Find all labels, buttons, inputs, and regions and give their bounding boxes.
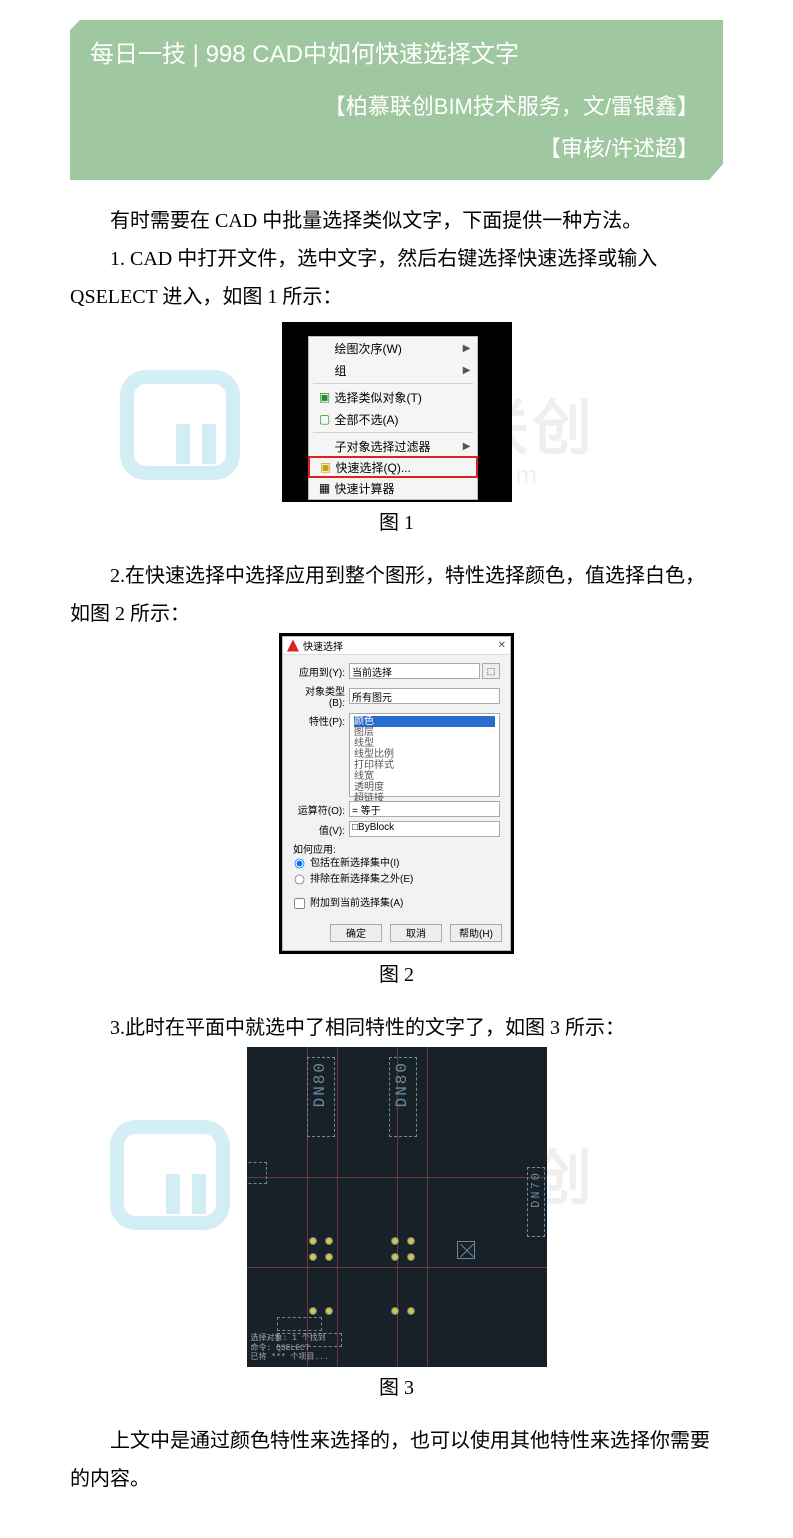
menu-separator <box>313 432 473 433</box>
list-item[interactable]: 线宽 <box>354 771 495 782</box>
figure-caption-2: 图 2 <box>70 958 723 987</box>
dialog-titlebar: 快速选择 ✕ <box>283 637 510 655</box>
figure-2: 快速选择 ✕ 应用到(Y): 当前选择 ⬚ 对象类型(B): 所有图 <box>70 633 723 954</box>
cad-viewport: DN80 DN80 楼10 DN70 <box>247 1047 547 1367</box>
figure-caption-1: 图 1 <box>70 506 723 535</box>
close-icon[interactable]: ✕ <box>498 640 506 651</box>
menu-label: 子对象选择过滤器 <box>335 438 463 455</box>
list-item[interactable]: 透明度 <box>354 782 495 793</box>
list-item[interactable]: 线型 <box>354 738 495 749</box>
paragraph-step1: 1. CAD 中打开文件，选中文字，然后右键选择快速选择或输入 QSELECT … <box>70 240 723 316</box>
menu-item-select-similar[interactable]: ▣ 选择类似对象(T) <box>309 386 477 408</box>
menu-item-draw-order[interactable]: 绘图次序(W) ▶ <box>309 337 477 359</box>
dialog-title: 快速选择 <box>303 638 343 653</box>
figure-3: DN80 DN80 楼10 DN70 <box>70 1047 723 1367</box>
cad-text-dn80: DN80 <box>393 1061 411 1107</box>
figure-1: 绘图次序(W) ▶ 组 ▶ ▣ 选择类似对象(T) ▢ 全部不选(A) <box>70 322 723 502</box>
operator-combo[interactable]: = 等于 <box>349 801 500 817</box>
list-item[interactable]: 颜色 <box>354 716 495 727</box>
apply-to-label: 应用到(Y): <box>293 664 349 679</box>
page-title: 每日一技 | 998 CAD中如何快速选择文字 <box>90 34 699 69</box>
cad-symbol-x <box>457 1241 475 1259</box>
apply-to-combo[interactable]: 当前选择 <box>349 663 480 679</box>
checkbox-append[interactable]: 附加到当前选择集(A) <box>293 898 403 909</box>
submenu-arrow-icon: ▶ <box>463 343 471 354</box>
pick-objects-button[interactable]: ⬚ <box>482 663 500 679</box>
menu-item-subobject-filter[interactable]: 子对象选择过滤器 ▶ <box>309 435 477 457</box>
header-reviewer: 【审核/许述超】 <box>90 131 699 163</box>
list-item[interactable]: 图层 <box>354 727 495 738</box>
ok-button[interactable]: 确定 <box>330 924 382 942</box>
menu-label: 全部不选(A) <box>335 411 471 428</box>
menu-label: 快速计算器 <box>335 480 471 497</box>
app-icon <box>287 640 299 652</box>
menu-item-group[interactable]: 组 ▶ <box>309 359 477 381</box>
quick-select-dialog: 快速选择 ✕ 应用到(Y): 当前选择 ⬚ 对象类型(B): 所有图 <box>282 636 511 951</box>
cad-command-line: 选择对象: 1 个找到 命令: QSELECT 已将 *** 个项目... <box>251 1334 329 1363</box>
context-menu: 绘图次序(W) ▶ 组 ▶ ▣ 选择类似对象(T) ▢ 全部不选(A) <box>308 336 478 500</box>
operator-label: 运算符(O): <box>293 802 349 817</box>
submenu-arrow-icon: ▶ <box>463 365 471 376</box>
quick-select-icon: ▣ <box>316 460 336 474</box>
paragraph-intro: 有时需要在 CAD 中批量选择类似文字，下面提供一种方法。 <box>70 202 723 240</box>
cad-text-dn80: DN80 <box>311 1061 329 1107</box>
value-label: 值(V): <box>293 822 349 837</box>
menu-label: 绘图次序(W) <box>335 340 463 357</box>
object-type-combo[interactable]: 所有图元 <box>349 688 500 704</box>
property-label: 特性(P): <box>293 713 349 728</box>
figure-caption-3: 图 3 <box>70 1371 723 1400</box>
radio-include[interactable]: 包括在新选择集中(I) <box>293 858 399 869</box>
paragraph-conclusion: 上文中是通过颜色特性来选择的，也可以使用其他特性来选择你需要的内容。 <box>70 1422 723 1498</box>
select-similar-icon: ▣ <box>315 390 335 404</box>
cancel-button[interactable]: 取消 <box>390 924 442 942</box>
calculator-icon: ▦ <box>315 481 335 495</box>
paragraph-step2: 2.在快速选择中选择应用到整个图形，特性选择颜色，值选择白色，如图 2 所示： <box>70 557 723 633</box>
list-item[interactable]: 打印样式 <box>354 760 495 771</box>
header-subtitle: 【柏慕联创BIM技术服务，文/雷银鑫】 <box>90 89 699 121</box>
menu-item-deselect-all[interactable]: ▢ 全部不选(A) <box>309 408 477 430</box>
value-combo[interactable]: □ByBlock <box>349 821 500 837</box>
menu-item-quick-calc[interactable]: ▦ 快速计算器 <box>309 477 477 499</box>
help-button[interactable]: 帮助(H) <box>450 924 502 942</box>
list-item[interactable]: 线型比例 <box>354 749 495 760</box>
object-type-label: 对象类型(B): <box>293 683 349 709</box>
menu-separator <box>313 383 473 384</box>
menu-item-quick-select[interactable]: ▣ 快速选择(Q)... <box>308 456 478 478</box>
menu-label: 选择类似对象(T) <box>335 389 471 406</box>
menu-label: 快速选择(Q)... <box>336 459 470 476</box>
header-banner: 每日一技 | 998 CAD中如何快速选择文字 【柏慕联创BIM技术服务，文/雷… <box>70 20 723 180</box>
how-to-apply-label: 如何应用: <box>293 841 500 856</box>
radio-exclude[interactable]: 排除在新选择集之外(E) <box>293 874 413 885</box>
paragraph-step3: 3.此时在平面中就选中了相同特性的文字了，如图 3 所示： <box>70 1009 723 1047</box>
cad-text-dn70: DN70 <box>529 1171 543 1208</box>
submenu-arrow-icon: ▶ <box>463 441 471 452</box>
property-listbox[interactable]: 颜色 图层 线型 线型比例 打印样式 线宽 透明度 超链接 <box>349 713 500 797</box>
deselect-icon: ▢ <box>315 412 335 426</box>
menu-label: 组 <box>335 362 463 379</box>
